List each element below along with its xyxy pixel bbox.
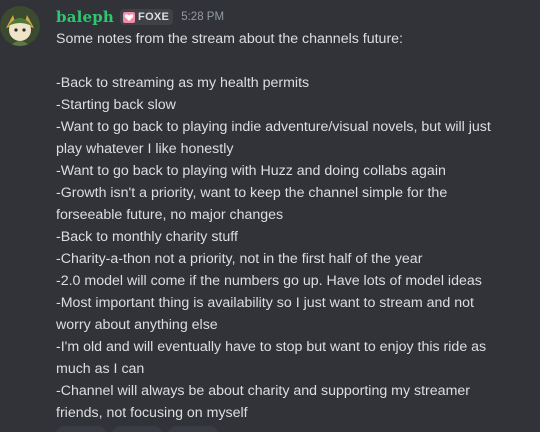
message-line: -Want to go back to playing indie advent… [56,119,491,135]
reaction-bar [56,426,224,432]
message-line: much as I can [56,361,145,377]
message-line: -Want to go back to playing with Huzz an… [56,163,446,179]
server-tag-label: FOXE [138,11,170,23]
message-line: -Charity-a-thon not a priority, not in t… [56,251,423,267]
avatar[interactable] [0,6,40,46]
message-line: Some notes from the stream about the cha… [56,31,403,47]
avatar-image [0,6,40,46]
reaction-button[interactable] [56,426,106,432]
message-line: -Growth isn't a priority, want to keep t… [56,185,448,201]
message-line: -I'm old and will eventually have to sto… [56,339,487,355]
username[interactable]: baleph [56,8,114,26]
message-line: -Back to streaming as my health permits [56,75,310,91]
message-line: -2.0 model will come if the numbers go u… [56,273,482,289]
message-line: play whatever I like honestly [56,141,234,157]
server-tag[interactable]: FOXE [120,9,174,25]
message-content: Some notes from the stream about the cha… [56,28,536,424]
reaction-button[interactable] [112,426,162,432]
message-line: -Channel will always be about charity an… [56,383,471,399]
chat-message: baleph FOXE 5:28 PM Some notes from the … [0,0,540,432]
heart-icon [123,11,136,23]
message-line: friends, not focusing on myself [56,405,248,421]
message-line: -Most important thing is availability so… [56,295,474,311]
message-header: baleph FOXE 5:28 PM [56,6,224,28]
message-line: -Starting back slow [56,97,176,113]
message-line [56,50,536,72]
message-line: worry about anything else [56,317,218,333]
message-line: -Back to monthly charity stuff [56,229,238,245]
reaction-button[interactable] [168,426,218,432]
message-line: forseeable future, no major changes [56,207,284,223]
timestamp[interactable]: 5:28 PM [181,11,224,23]
